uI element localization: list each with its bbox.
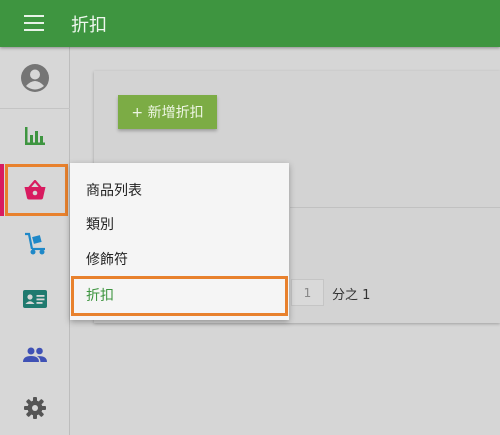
sidebar-item-account[interactable] xyxy=(0,51,70,105)
menu-item-modifiers[interactable]: 修飾符 xyxy=(70,241,289,277)
sidebar-item-delivery[interactable] xyxy=(0,217,70,271)
sidebar-item-users[interactable] xyxy=(0,328,70,382)
sidebar-item-customers[interactable] xyxy=(0,272,70,326)
page-total-label: 分之 1 xyxy=(332,288,371,303)
page-title: 折扣 xyxy=(71,15,107,36)
discount-menu-highlight xyxy=(71,276,288,316)
hand-truck-icon xyxy=(25,232,45,255)
bar-chart-icon xyxy=(25,127,45,145)
sidebar-item-settings[interactable] xyxy=(0,381,70,435)
add-discount-button[interactable]: + 新增折扣 xyxy=(118,95,217,129)
sidebar-item-reports[interactable] xyxy=(0,109,70,163)
gear-icon xyxy=(24,397,46,419)
app-bar: 折扣 xyxy=(0,0,500,47)
page-number-input[interactable]: 1 xyxy=(291,279,324,306)
sidebar xyxy=(0,47,70,435)
hamburger-menu-icon[interactable] xyxy=(24,15,44,31)
account-circle-icon xyxy=(21,64,49,92)
divider xyxy=(290,207,500,208)
people-icon xyxy=(23,347,47,362)
id-card-icon xyxy=(23,290,47,308)
sidebar-shop-highlight xyxy=(5,164,68,216)
menu-item-categories[interactable]: 類別 xyxy=(70,206,289,242)
menu-item-product-list[interactable]: 商品列表 xyxy=(70,172,289,208)
